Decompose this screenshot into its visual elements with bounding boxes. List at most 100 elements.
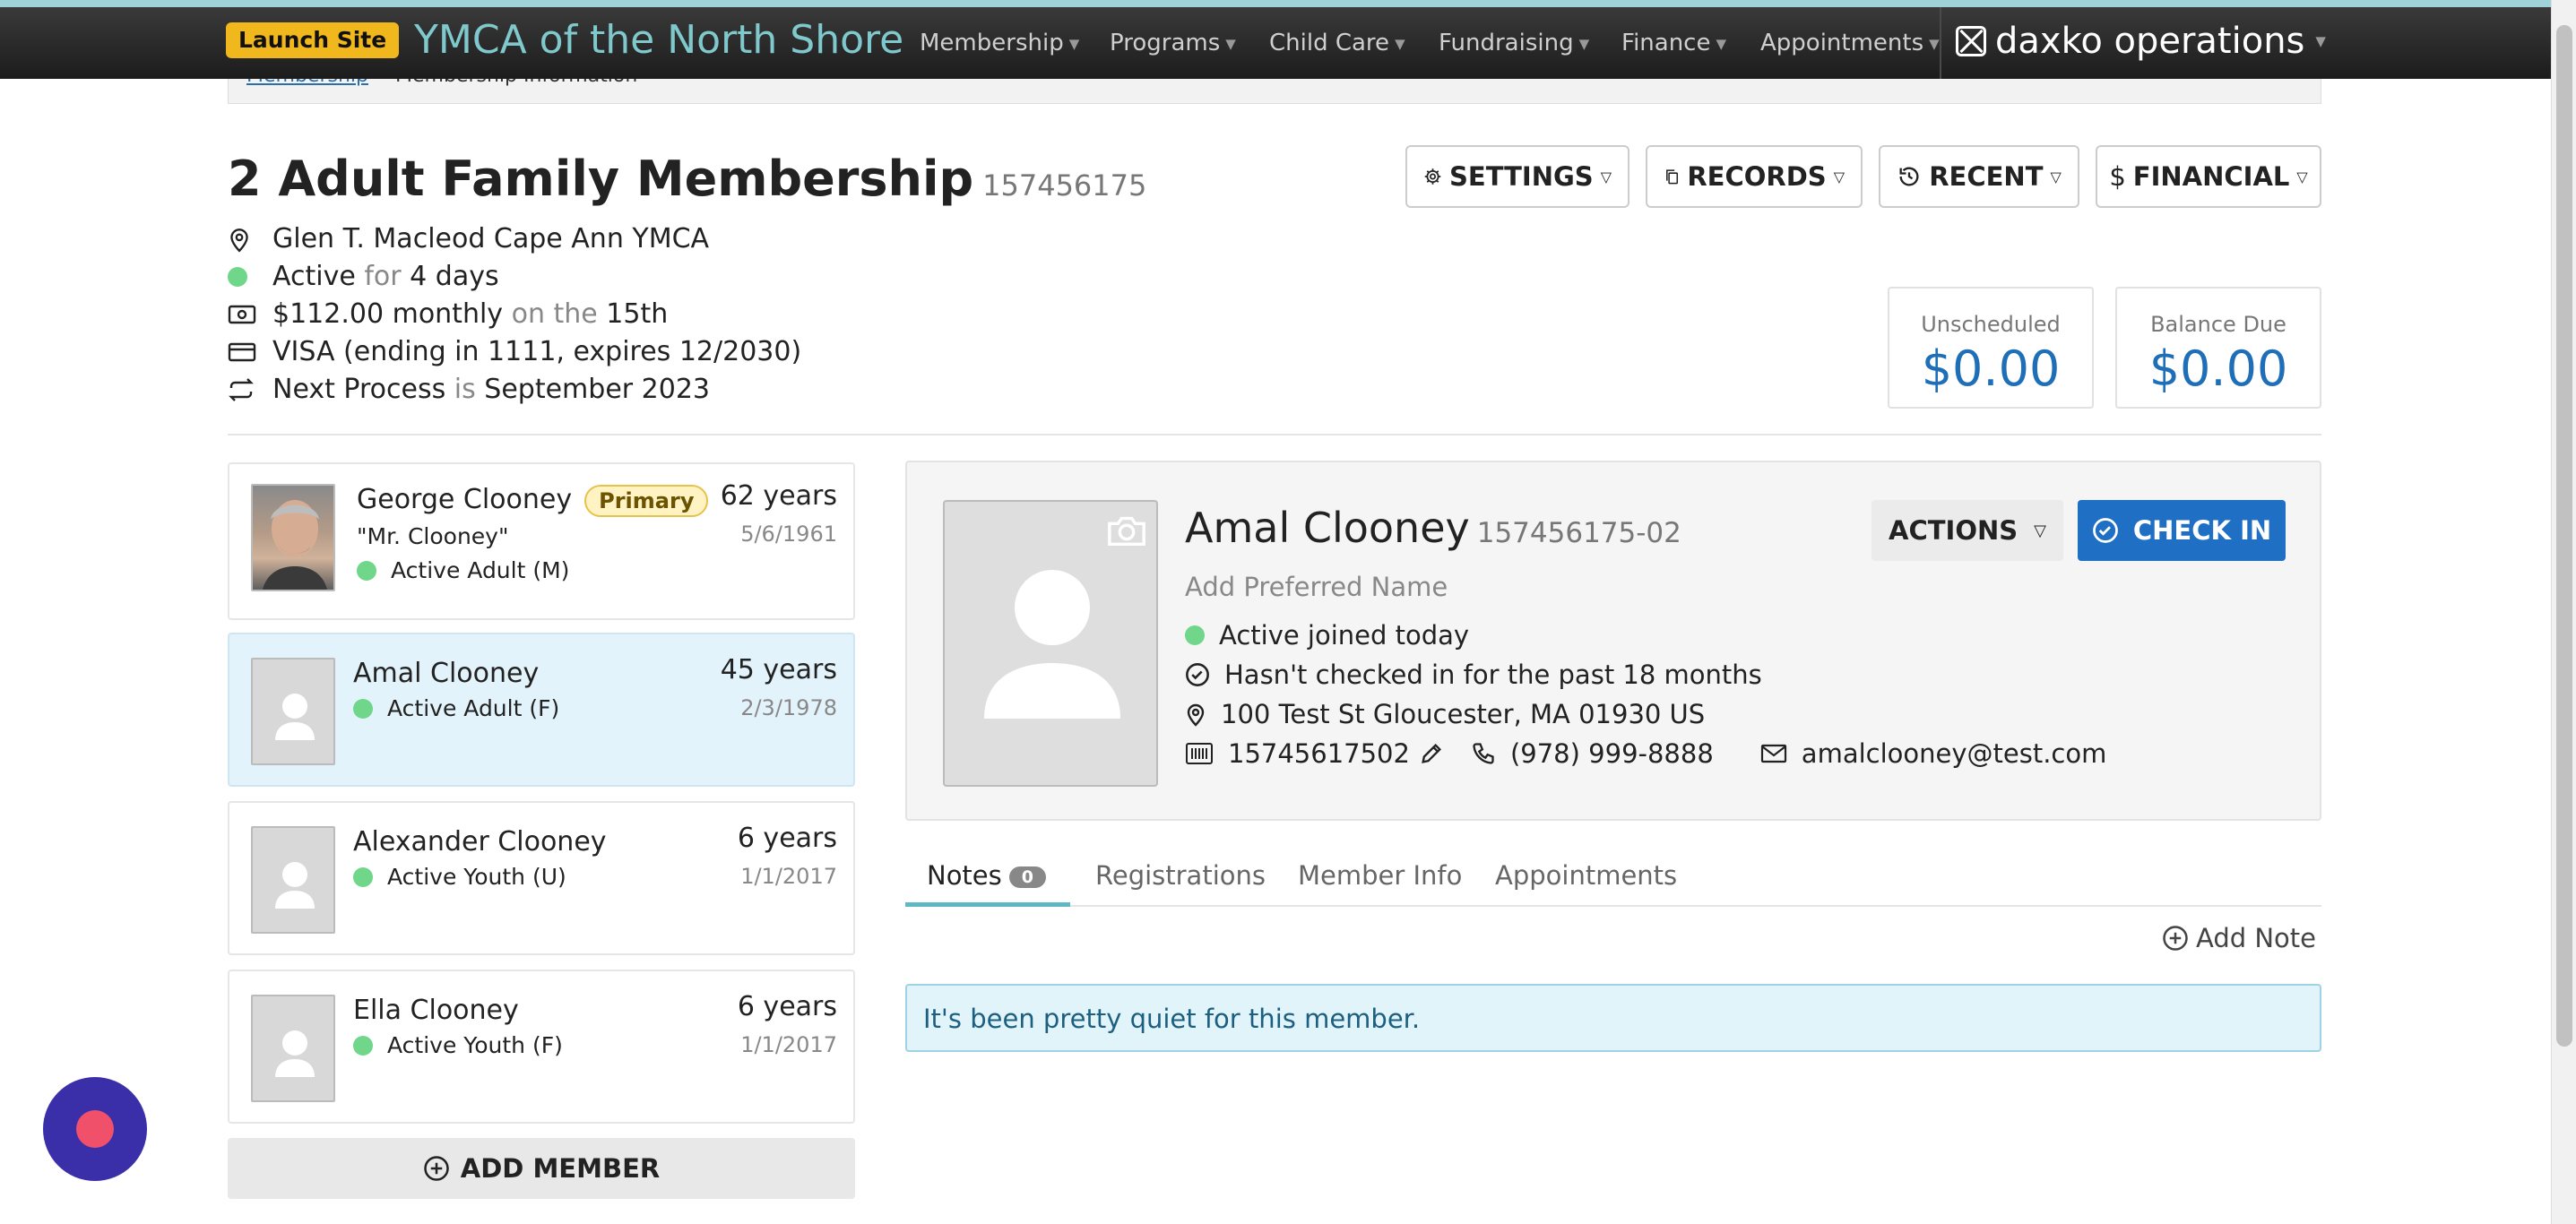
gear-icon	[1424, 168, 1441, 185]
breadcrumb-current: Membership Information	[395, 79, 637, 87]
balance-due-amount: $0.00	[2148, 340, 2288, 397]
nav-membership[interactable]: Membership ▼	[920, 27, 1079, 60]
check-circle-icon	[1186, 663, 1209, 686]
detail-checkin-line: Hasn't checked in for the past 18 months	[1185, 659, 1762, 690]
financial-button[interactable]: $ FINANCIAL ▽	[2096, 145, 2321, 208]
nav-finance[interactable]: Finance ▼	[1621, 27, 1726, 60]
member-card-george[interactable]: George Clooney Primary "Mr. Clooney" Acti…	[228, 462, 855, 620]
detail-barcode: 15745617502	[1228, 738, 1410, 769]
launch-site-button[interactable]: Launch Site	[226, 22, 400, 58]
recent-button[interactable]: RECENT ▽	[1879, 145, 2079, 208]
status-dot-icon	[353, 698, 373, 719]
brand-name: daxko operations	[1995, 21, 2305, 62]
product-switcher[interactable]: daxko operations ▼	[1956, 18, 2326, 65]
primary-badge: Primary	[584, 484, 709, 517]
branch-line: Glen T. Macleod Cape Ann YMCA	[228, 221, 709, 257]
member-detail-panel: Amal Clooney 157456175-02 Add Preferred N…	[905, 461, 2321, 821]
settings-button[interactable]: SETTINGS ▽	[1405, 145, 1629, 208]
detail-address: 100 Test St Gloucester, MA 01930 US	[1221, 699, 1706, 729]
settings-label: SETTINGS	[1449, 161, 1594, 192]
detail-email[interactable]: amalclooney@test.com	[1802, 738, 2107, 769]
empty-notes-message: It's been pretty quiet for this member.	[905, 984, 2321, 1052]
nav-programs[interactable]: Programs ▼	[1110, 27, 1236, 60]
member-age: 62 years	[720, 480, 837, 512]
history-icon	[1899, 167, 1919, 186]
actions-dropdown-button[interactable]: ACTIONS ▽	[1871, 500, 2063, 561]
copy-icon	[1666, 169, 1679, 185]
check-circle-icon	[2092, 518, 2118, 543]
member-status-text: Active Adult (M)	[391, 557, 570, 583]
person-placeholder-icon	[275, 1030, 315, 1077]
notes-count-badge: 0	[1008, 866, 1046, 888]
member-dob: 1/1/2017	[740, 864, 837, 889]
fee-on: on the	[511, 298, 598, 330]
caret-down-icon: ▼	[1929, 35, 1940, 52]
member-name: George Clooney	[357, 484, 573, 515]
plus-circle-icon	[2163, 926, 2188, 951]
tab-member-info[interactable]: Member Info	[1298, 860, 1462, 891]
member-photo-placeholder	[251, 826, 335, 934]
next-process-line: Next Process is September 2023	[228, 372, 710, 408]
unscheduled-amount: $0.00	[1921, 340, 2061, 397]
nav-fundraising[interactable]: Fundraising ▼	[1439, 27, 1589, 60]
person-placeholder-icon	[275, 862, 315, 909]
breadcrumb: Membership Membership Information	[228, 79, 2321, 104]
detail-status-line: Active joined today	[1185, 620, 1469, 651]
records-label: RECORDS	[1687, 161, 1827, 192]
portrait-image	[263, 500, 327, 590]
nav-divider	[1940, 7, 1941, 79]
check-in-label: CHECK IN	[2132, 515, 2272, 546]
add-note-label: Add Note	[2196, 923, 2317, 953]
barcode-icon	[1186, 743, 1213, 764]
member-card-alexander[interactable]: Alexander Clooney Active Youth (U) 6 yea…	[228, 801, 855, 955]
member-name: Amal Clooney	[353, 658, 540, 689]
add-note-button[interactable]: Add Note	[2162, 923, 2316, 953]
status-dot-icon	[228, 267, 247, 287]
member-nickname: "Mr. Clooney"	[357, 523, 509, 549]
fee-line: $112.00 monthly on the 15th	[228, 297, 668, 332]
status-word: Active	[272, 261, 356, 292]
detail-member-name: Amal Clooney	[1185, 504, 1470, 552]
nav-label: Finance	[1621, 30, 1711, 56]
camera-icon[interactable]	[1106, 513, 1147, 548]
member-name: Alexander Clooney	[353, 826, 607, 858]
add-preferred-name-link[interactable]: Add Preferred Name	[1185, 572, 1448, 602]
tab-notes-label: Notes	[927, 860, 1002, 891]
check-in-button[interactable]: CHECK IN	[2078, 500, 2286, 561]
tab-registrations[interactable]: Registrations	[1095, 860, 1266, 891]
member-card-amal[interactable]: Amal Clooney Active Adult (F) 45 years 2…	[228, 633, 855, 787]
chat-widget-button[interactable]	[43, 1077, 147, 1181]
financial-label: FINANCIAL	[2132, 161, 2290, 192]
caret-down-icon: ▽	[1600, 168, 1612, 185]
status-dot-icon	[1185, 625, 1205, 645]
envelope-icon	[1760, 744, 1786, 763]
scrollbar-thumb[interactable]	[2556, 25, 2572, 1047]
breadcrumb-link-membership[interactable]: Membership	[246, 79, 368, 87]
caret-down-icon: ▼	[1716, 35, 1727, 52]
member-photo	[251, 484, 335, 591]
member-dob: 5/6/1961	[740, 521, 837, 547]
nav-appointments[interactable]: Appointments ▼	[1760, 27, 1940, 60]
nav-child-care[interactable]: Child Care ▼	[1269, 27, 1405, 60]
member-photo-large[interactable]	[943, 500, 1158, 787]
tab-notes[interactable]: Notes 0	[927, 860, 1046, 891]
member-status: Active Youth (F)	[353, 1032, 563, 1058]
membership-number: 157456175	[982, 168, 1147, 203]
records-button[interactable]: RECORDS ▽	[1646, 145, 1863, 208]
site-name[interactable]: YMCA of the North Shore	[414, 15, 903, 65]
nav-label: Child Care	[1269, 30, 1390, 56]
balance-due-box[interactable]: Balance Due $0.00	[2115, 287, 2321, 409]
unscheduled-label: Unscheduled	[1921, 312, 2061, 337]
tab-appointments[interactable]: Appointments	[1495, 860, 1677, 891]
add-member-button[interactable]: ADD MEMBER	[228, 1138, 855, 1199]
status-dot-icon	[353, 866, 373, 887]
branch-name: Glen T. Macleod Cape Ann YMCA	[272, 223, 710, 254]
pencil-icon[interactable]	[1419, 741, 1444, 766]
unscheduled-box[interactable]: Unscheduled $0.00	[1888, 287, 2094, 409]
member-status-text: Active Adult (F)	[387, 695, 560, 721]
chat-dot-icon	[76, 1110, 114, 1148]
fee-amount: $112.00 monthly	[272, 298, 504, 330]
member-status-text: Active Youth (F)	[387, 1032, 563, 1058]
member-status: Active Adult (F)	[353, 695, 559, 721]
member-card-ella[interactable]: Ella Clooney Active Youth (F) 6 years 1/…	[228, 970, 855, 1124]
